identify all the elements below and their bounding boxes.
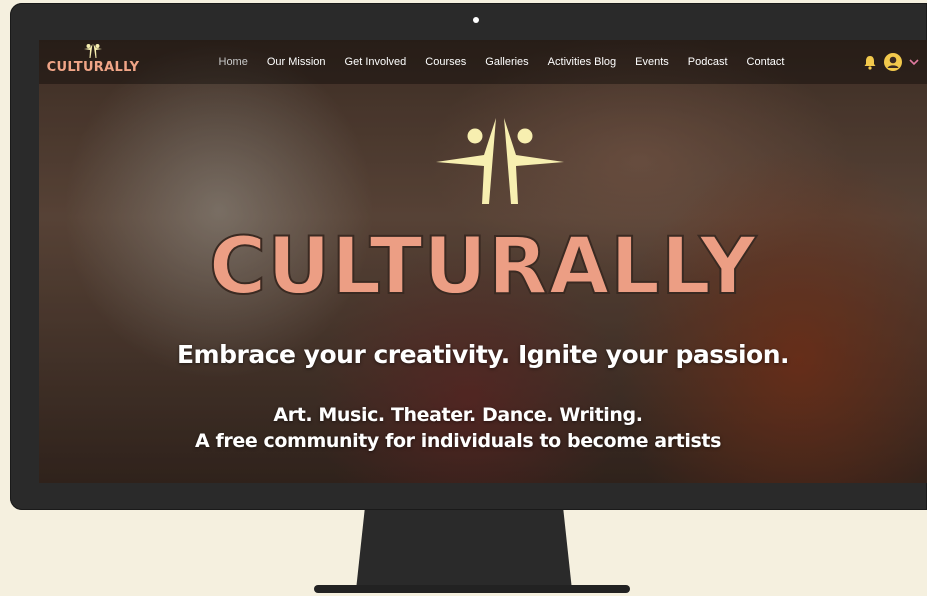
avatar-icon[interactable] (883, 52, 903, 72)
website-screen: CULTURALLY Home Our Mission Get Involved… (39, 40, 927, 483)
brand-name: CULTURALLY (46, 60, 140, 75)
nav-get-involved[interactable]: Get Involved (335, 56, 416, 68)
nav-contact[interactable]: Contact (737, 56, 794, 68)
monitor-stand-base (314, 585, 630, 593)
monitor-frame: CULTURALLY Home Our Mission Get Involved… (10, 3, 927, 510)
bell-icon[interactable] (863, 55, 877, 70)
user-controls (863, 40, 919, 84)
nav-courses[interactable]: Courses (416, 56, 476, 68)
nav-home[interactable]: Home (209, 56, 257, 68)
dancers-logo-icon (84, 44, 102, 58)
nav-activities-blog[interactable]: Activities Blog (538, 56, 625, 68)
monitor-stand (356, 510, 572, 590)
hero-tagline: Embrace your creativity. Ignite your pas… (176, 340, 790, 369)
hero-title: CULTURALLY (208, 222, 758, 312)
nav-events[interactable]: Events (626, 56, 679, 68)
hero-disciplines: Art. Music. Theater. Dance. Writing. (273, 404, 643, 426)
camera-dot (473, 17, 479, 23)
nav-our-mission[interactable]: Our Mission (257, 56, 335, 68)
nav-galleries[interactable]: Galleries (476, 56, 538, 68)
top-navigation-bar: CULTURALLY Home Our Mission Get Involved… (39, 40, 927, 84)
hero-description: A free community for individuals to beco… (195, 430, 721, 452)
chevron-down-icon[interactable] (909, 58, 919, 66)
nav-podcast[interactable]: Podcast (678, 56, 737, 68)
hero-dancers-logo-icon (436, 118, 564, 204)
brand-logo[interactable]: CULTURALLY (47, 43, 139, 81)
main-menu: Home Our Mission Get Involved Courses Ga… (209, 40, 794, 84)
